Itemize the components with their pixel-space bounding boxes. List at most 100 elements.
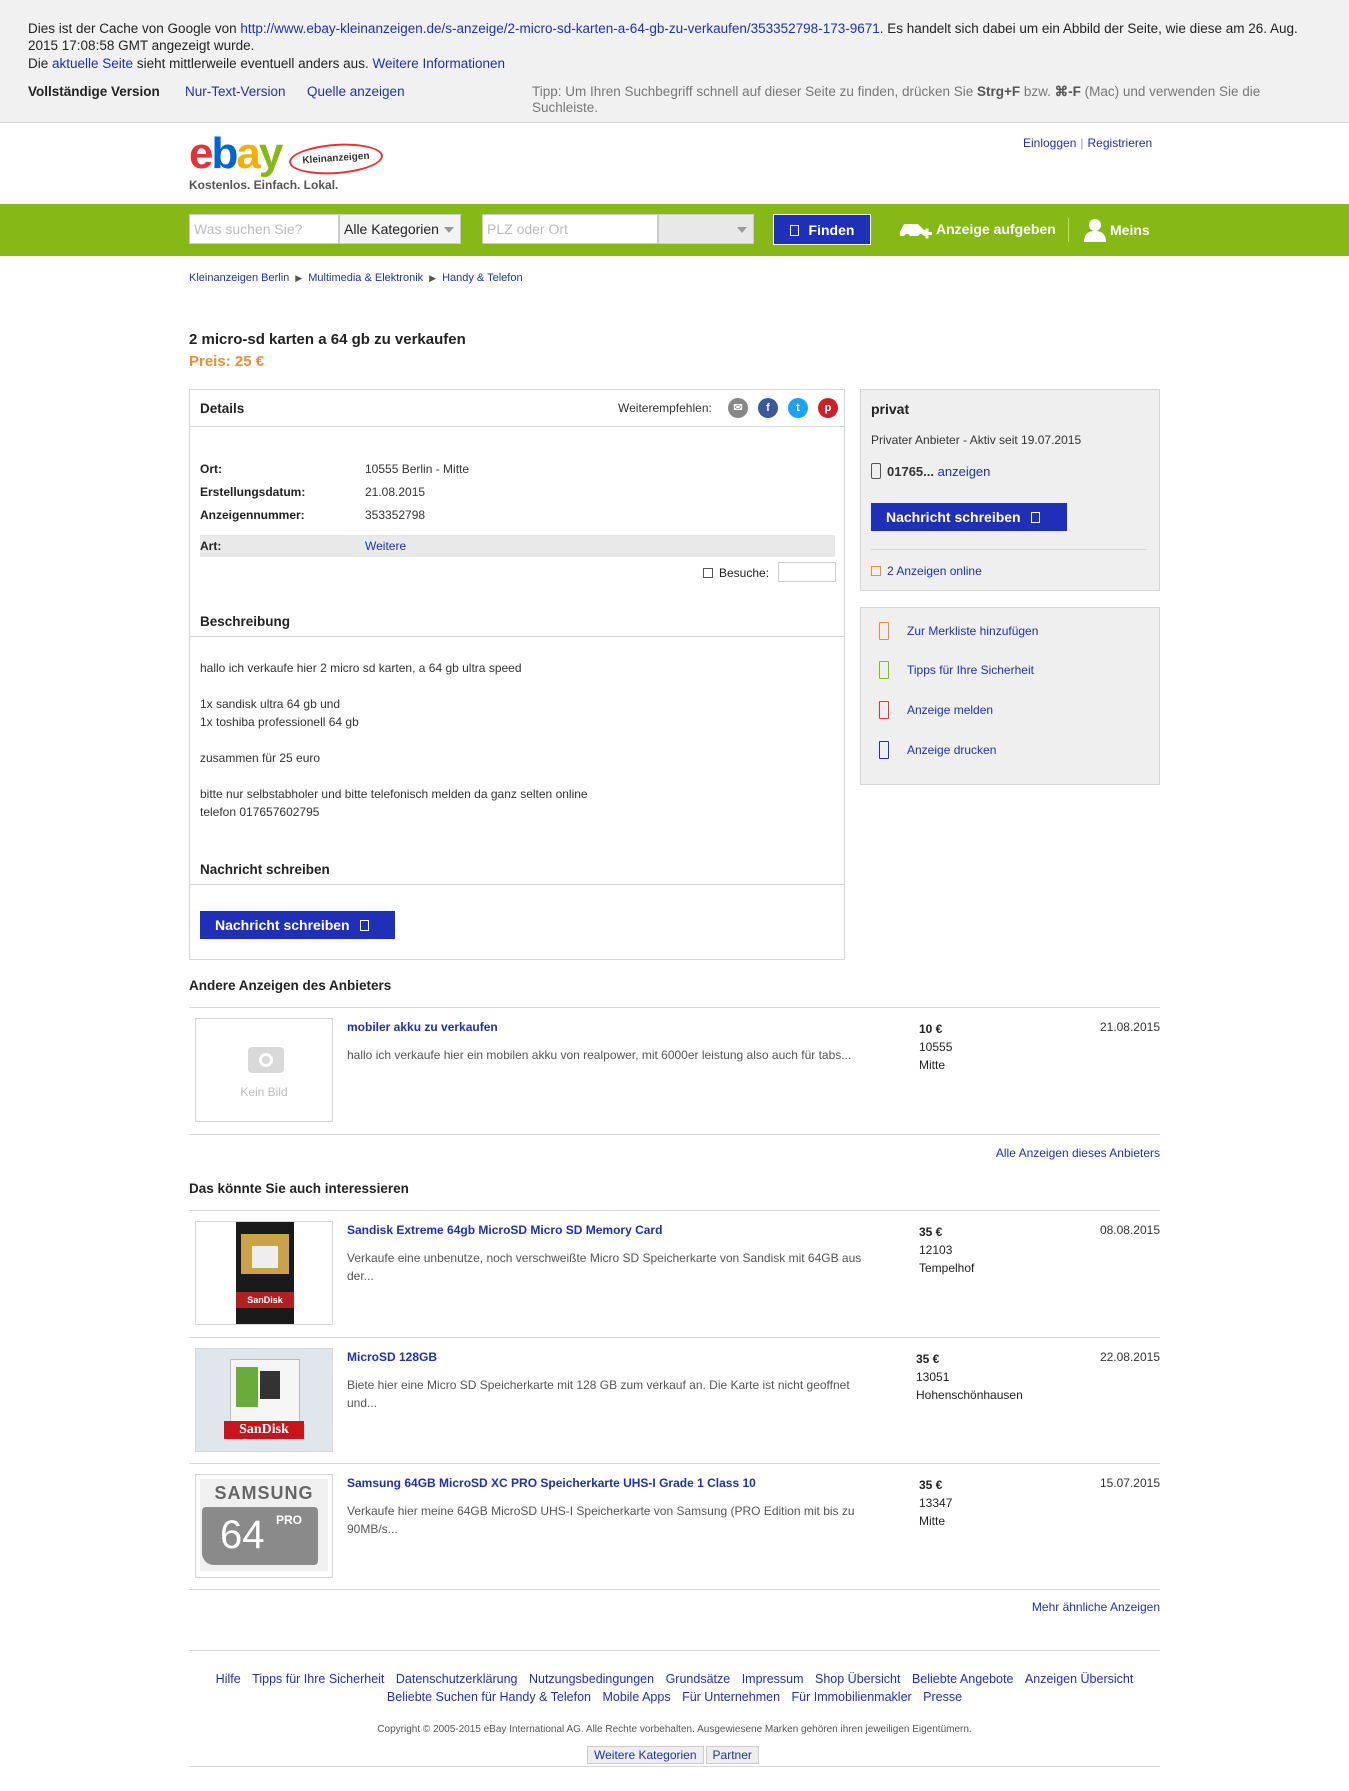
item-title[interactable]: mobiler akku zu verkaufen <box>347 1020 498 1034</box>
slogan: Kostenlos. Einfach. Lokal. <box>189 178 339 192</box>
divider <box>190 636 844 637</box>
print-icon <box>879 741 889 759</box>
tab-partner[interactable]: Partner <box>705 1746 759 1764</box>
footer-link[interactable]: Tipps für Ihre Sicherheit <box>252 1672 384 1686</box>
search-bar: Was suchen Sie? Alle Kategorien PLZ oder… <box>0 204 1349 256</box>
login-link[interactable]: Einloggen <box>1023 136 1076 150</box>
footer-link[interactable]: Grundsätze <box>666 1672 731 1686</box>
category-select[interactable]: Alle Kategorien <box>339 214 461 244</box>
car-plus-icon <box>900 224 932 240</box>
write-message-button[interactable]: Nachricht schreiben <box>200 911 395 939</box>
item-price-location: 35 €13347 Mitte <box>919 1478 953 1528</box>
item-title[interactable]: Sandisk Extreme 64gb MicroSD Micro SD Me… <box>347 1223 662 1237</box>
footer-link[interactable]: Anzeigen Übersicht <box>1025 1672 1133 1686</box>
footer-link[interactable]: Beliebte Suchen für Handy & Telefon <box>387 1690 591 1704</box>
breadcrumb: Kleinanzeigen Berlin ▶ Multimedia & Elektr… <box>189 272 523 284</box>
chevron-down-icon <box>444 227 454 233</box>
type-link[interactable]: Weitere <box>365 539 406 553</box>
safety-tips-link[interactable]: Tipps für Ihre Sicherheit <box>879 661 1034 679</box>
cache-version-row: Vollständige Version Nur-Text-Version Qu… <box>28 84 1328 115</box>
divider <box>1068 218 1069 242</box>
ad-title: 2 micro-sd karten a 64 gb zu verkaufen <box>189 331 466 348</box>
more-info-link[interactable]: Weitere Informationen <box>372 56 505 71</box>
ebay-kleinanzeigen-logo[interactable]: ebay Kleinanzeigen Kostenlos. Einfach. L… <box>189 132 384 192</box>
detail-row-type: Art: Weitere <box>200 535 835 557</box>
counter-icon <box>703 568 713 578</box>
current-page-link[interactable]: aktuelle Seite <box>52 56 133 71</box>
footer-link[interactable]: Nutzungsbedingungen <box>529 1672 654 1686</box>
list-item[interactable]: Kein Bild mobiler akku zu verkaufen hall… <box>189 1008 1160 1134</box>
all-seller-ads-link[interactable]: Alle Anzeigen dieses Anbieters <box>996 1146 1160 1160</box>
show-source-link[interactable]: Quelle anzeigen <box>307 84 405 99</box>
visit-count-box <box>778 562 836 582</box>
item-description: Verkaufe eine unbenutze, noch verschweiß… <box>347 1251 862 1283</box>
footer-link[interactable]: Presse <box>923 1690 962 1704</box>
text-version-link[interactable]: Nur-Text-Version <box>185 84 286 99</box>
radius-select[interactable] <box>658 214 754 244</box>
breadcrumb-item[interactable]: Kleinanzeigen Berlin <box>189 272 289 284</box>
message-icon <box>359 920 369 931</box>
seller-ads-online[interactable]: 2 Anzeigen online <box>871 564 982 578</box>
print-ad-link[interactable]: Anzeige drucken <box>879 741 996 759</box>
item-title[interactable]: MicroSD 128GB <box>347 1350 437 1364</box>
footer-link[interactable]: Für Unternehmen <box>682 1690 780 1704</box>
seller-phone: 01765... anzeigen <box>871 463 990 479</box>
footer-link[interactable]: Datenschutzerklärung <box>396 1672 518 1686</box>
email-share-icon[interactable]: ✉ <box>728 398 748 418</box>
footer-links-row-1: Hilfe Tipps für Ihre Sicherheit Datensch… <box>189 1672 1160 1686</box>
cached-url-link[interactable]: http://www.ebay-kleinanzeigen.de/s-anzei… <box>240 21 879 36</box>
tab-more-categories[interactable]: Weitere Kategorien <box>587 1746 704 1764</box>
post-ad-button[interactable]: Anzeige aufgeben <box>898 218 1056 240</box>
list-item[interactable]: SAMSUNG 64 PRO Samsung 64GB MicroSD XC P… <box>189 1464 1160 1590</box>
divider <box>189 1650 1160 1651</box>
list-icon <box>871 566 881 576</box>
divider <box>190 884 844 885</box>
breadcrumb-item[interactable]: Multimedia & Elektronik <box>308 272 423 284</box>
other-ads-heading: Andere Anzeigen des Anbieters <box>189 978 392 993</box>
item-title[interactable]: Samsung 64GB MicroSD XC PRO Speicherkart… <box>347 1476 756 1490</box>
search-input[interactable]: Was suchen Sie? <box>189 214 339 244</box>
find-button[interactable]: Finden <box>773 214 871 245</box>
user-icon <box>1084 219 1106 242</box>
add-watchlist-link[interactable]: Zur Merkliste hinzufügen <box>879 622 1038 640</box>
twitter-share-icon[interactable]: t <box>788 398 808 418</box>
footer-link[interactable]: Impressum <box>742 1672 804 1686</box>
item-thumbnail: SanDisk <box>195 1221 333 1325</box>
search-tip: Tipp: Um Ihren Suchbegriff schnell auf d… <box>532 84 1261 115</box>
breadcrumb-arrow-icon: ▶ <box>429 273 437 283</box>
list-item[interactable]: SanDisk Sandisk Extreme 64gb MicroSD Mic… <box>189 1211 1160 1337</box>
divider <box>189 1134 1160 1135</box>
footer-link[interactable]: Beliebte Angebote <box>912 1672 1013 1686</box>
full-version-label: Vollständige Version <box>28 84 160 99</box>
facebook-share-icon[interactable]: f <box>758 398 778 418</box>
list-item[interactable]: SanDisk MicroSD 128GB Biete hier eine Mi… <box>189 1338 1160 1464</box>
footer-link[interactable]: Für Immobilienmakler <box>792 1690 912 1704</box>
divider <box>190 426 844 427</box>
details-heading: Details <box>200 401 245 416</box>
bookmark-icon <box>879 622 889 640</box>
item-thumbnail: SAMSUNG 64 PRO <box>195 1474 333 1578</box>
details-box: Details Weiterempfehlen: ✉ f t p Ort: 105… <box>189 389 845 960</box>
report-ad-link[interactable]: Anzeige melden <box>879 701 993 719</box>
message-heading: Nachricht schreiben <box>200 862 330 877</box>
item-description: Verkaufe hier meine 64GB MicroSD UHS-I S… <box>347 1504 855 1536</box>
no-image-placeholder: Kein Bild <box>195 1018 333 1122</box>
breadcrumb-item[interactable]: Handy & Telefon <box>442 272 523 284</box>
show-phone-link[interactable]: anzeigen <box>938 464 991 479</box>
share-label: Weiterempfehlen: <box>618 401 712 415</box>
message-icon <box>1030 512 1040 523</box>
footer-link[interactable]: Hilfe <box>216 1672 241 1686</box>
footer-links-row-2: Beliebte Suchen für Handy & Telefon Mobi… <box>189 1690 1160 1704</box>
footer-link[interactable]: Mobile Apps <box>602 1690 670 1704</box>
more-similar-ads-link[interactable]: Mehr ähnliche Anzeigen <box>1032 1600 1160 1614</box>
search-icon <box>789 225 799 236</box>
location-input[interactable]: PLZ oder Ort <box>482 214 658 244</box>
footer-link[interactable]: Shop Übersicht <box>815 1672 900 1686</box>
camera-icon <box>248 1047 284 1073</box>
visit-counter: Besuche: <box>703 562 836 582</box>
my-account-button[interactable]: Meins <box>1084 218 1150 242</box>
seller-message-button[interactable]: Nachricht schreiben <box>871 503 1067 531</box>
pinterest-share-icon[interactable]: p <box>818 398 838 418</box>
google-cache-banner: Dies ist der Cache von Google von http:/… <box>0 0 1349 123</box>
register-link[interactable]: Registrieren <box>1088 136 1153 150</box>
